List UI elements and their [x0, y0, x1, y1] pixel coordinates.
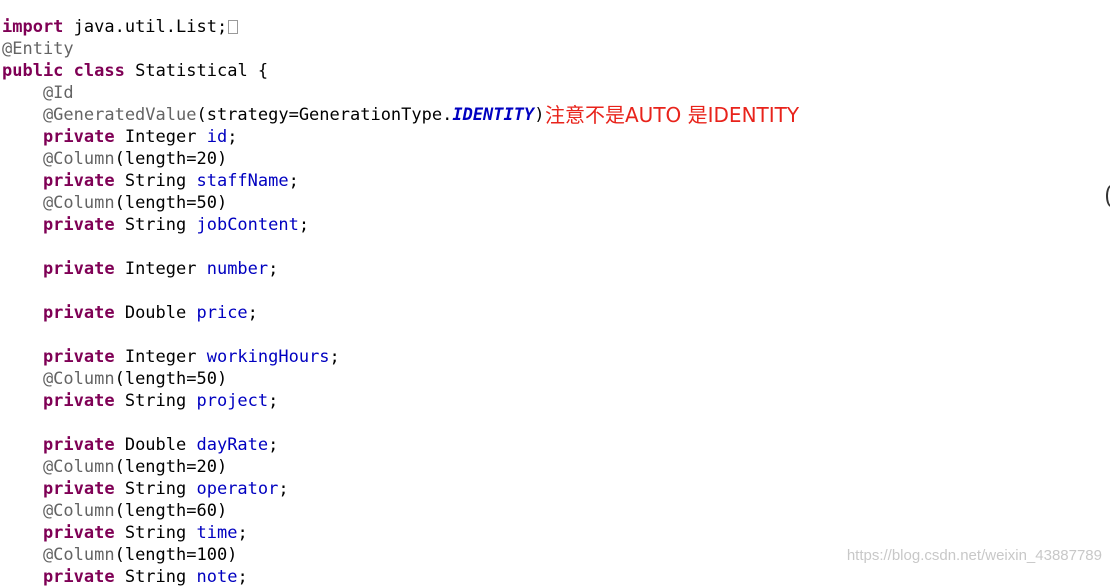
code-token: public — [2, 61, 64, 81]
watermark: https://blog.csdn.net/weixin_43887789 — [846, 547, 1102, 564]
code-token: Integer — [114, 347, 207, 367]
code-token: Statistical { — [124, 61, 269, 81]
code-token: (length=60) — [114, 501, 228, 521]
code-token: ; — [237, 523, 248, 543]
code-token: id — [206, 127, 228, 147]
annotation-note: 注意不是AUTO 是IDENTITY — [545, 103, 800, 127]
code-line[interactable]: @Column(length=60) — [2, 500, 544, 522]
code-token: price — [196, 303, 248, 323]
code-line[interactable]: @Id — [2, 82, 544, 104]
code-token: @Entity — [2, 39, 74, 59]
code-line[interactable] — [2, 280, 544, 302]
code-token: private — [2, 171, 115, 191]
code-token: private — [2, 215, 115, 235]
code-line[interactable]: @Column(length=50) — [2, 192, 544, 214]
code-token: String — [114, 391, 197, 411]
fold-marker-icon[interactable] — [228, 20, 239, 34]
code-token: (length=20) — [114, 149, 228, 169]
code-line[interactable]: private Double dayRate; — [2, 434, 544, 456]
code-token: @Column — [2, 457, 115, 477]
code-editor[interactable]: import java.util.List; @Entity public clas… — [2, 16, 544, 588]
code-token: @Id — [2, 83, 74, 103]
code-token: @Column — [2, 369, 115, 389]
code-token: private — [2, 127, 115, 147]
code-token: ; — [227, 127, 238, 147]
code-token: Double — [114, 435, 197, 455]
code-token: operator — [196, 479, 279, 499]
code-line[interactable]: private String jobContent; — [2, 214, 544, 236]
code-token: ; — [268, 259, 279, 279]
code-token: (length=100) — [114, 545, 238, 565]
edge-circle-icon — [1106, 185, 1110, 207]
code-token: private — [2, 479, 115, 499]
code-line[interactable]: private String operator; — [2, 478, 544, 500]
code-token: (length=20) — [114, 457, 228, 477]
code-token: String — [114, 171, 197, 191]
code-token: @GeneratedValue — [2, 105, 197, 125]
code-token: @Column — [2, 501, 115, 521]
code-line[interactable]: private String project; — [2, 390, 544, 412]
code-token: private — [2, 435, 115, 455]
code-line[interactable]: public class Statistical { — [2, 60, 544, 82]
code-token: private — [2, 523, 115, 543]
code-token: String — [114, 215, 197, 235]
code-token: dayRate — [196, 435, 269, 455]
code-token: private — [2, 303, 115, 323]
code-line[interactable]: private Integer id; — [2, 126, 544, 148]
code-line[interactable] — [2, 236, 544, 258]
code-token: private — [2, 347, 115, 367]
code-token: class — [73, 61, 125, 81]
code-line[interactable]: private Integer workingHours; — [2, 346, 544, 368]
code-token: staffName — [196, 171, 289, 191]
code-line[interactable]: @Column(length=20) — [2, 456, 544, 478]
code-token: ; — [329, 347, 340, 367]
code-token: java.util.List; — [63, 17, 228, 37]
code-token: (length=50) — [114, 193, 228, 213]
code-token: note — [196, 567, 238, 587]
code-token: (strategy=GenerationType. — [196, 105, 453, 125]
code-token: ) — [534, 105, 545, 125]
code-token: private — [2, 259, 115, 279]
code-token: workingHours — [206, 347, 330, 367]
code-token: ; — [247, 303, 258, 323]
code-token: Double — [114, 303, 197, 323]
code-token: String — [114, 567, 197, 587]
code-line[interactable]: private String time; — [2, 522, 544, 544]
code-token: String — [114, 523, 197, 543]
code-token: ; — [268, 391, 279, 411]
code-token: ; — [288, 171, 299, 191]
code-token: String — [114, 479, 197, 499]
code-line[interactable]: private Integer number; — [2, 258, 544, 280]
code-token: (length=50) — [114, 369, 228, 389]
code-line[interactable]: @Column(length=50) — [2, 368, 544, 390]
code-line[interactable]: private String note; — [2, 566, 544, 588]
code-token: time — [196, 523, 238, 543]
code-token: ; — [278, 479, 289, 499]
code-line[interactable] — [2, 324, 544, 346]
code-token: @Column — [2, 193, 115, 213]
code-token: ; — [268, 435, 279, 455]
code-line[interactable]: @Column(length=100) — [2, 544, 544, 566]
code-line[interactable]: private String staffName; — [2, 170, 544, 192]
code-line[interactable]: import java.util.List; — [2, 16, 544, 38]
code-token: private — [2, 391, 115, 411]
code-token: ; — [237, 567, 248, 587]
code-line[interactable] — [2, 412, 544, 434]
code-token: number — [206, 259, 269, 279]
code-token: project — [196, 391, 269, 411]
code-token: private — [2, 567, 115, 587]
code-token: Integer — [114, 259, 207, 279]
code-token: jobContent — [196, 215, 299, 235]
code-line[interactable]: private Double price; — [2, 302, 544, 324]
code-token: @Column — [2, 545, 115, 565]
code-token: @Column — [2, 149, 115, 169]
code-token: import — [2, 17, 64, 37]
code-line[interactable]: @Column(length=20) — [2, 148, 544, 170]
code-token: IDENTITY — [452, 105, 535, 125]
code-line[interactable]: @GeneratedValue(strategy=GenerationType.… — [2, 104, 545, 126]
code-token: Integer — [114, 127, 207, 147]
code-line[interactable]: @Entity — [2, 38, 544, 60]
code-token: ; — [298, 215, 310, 235]
